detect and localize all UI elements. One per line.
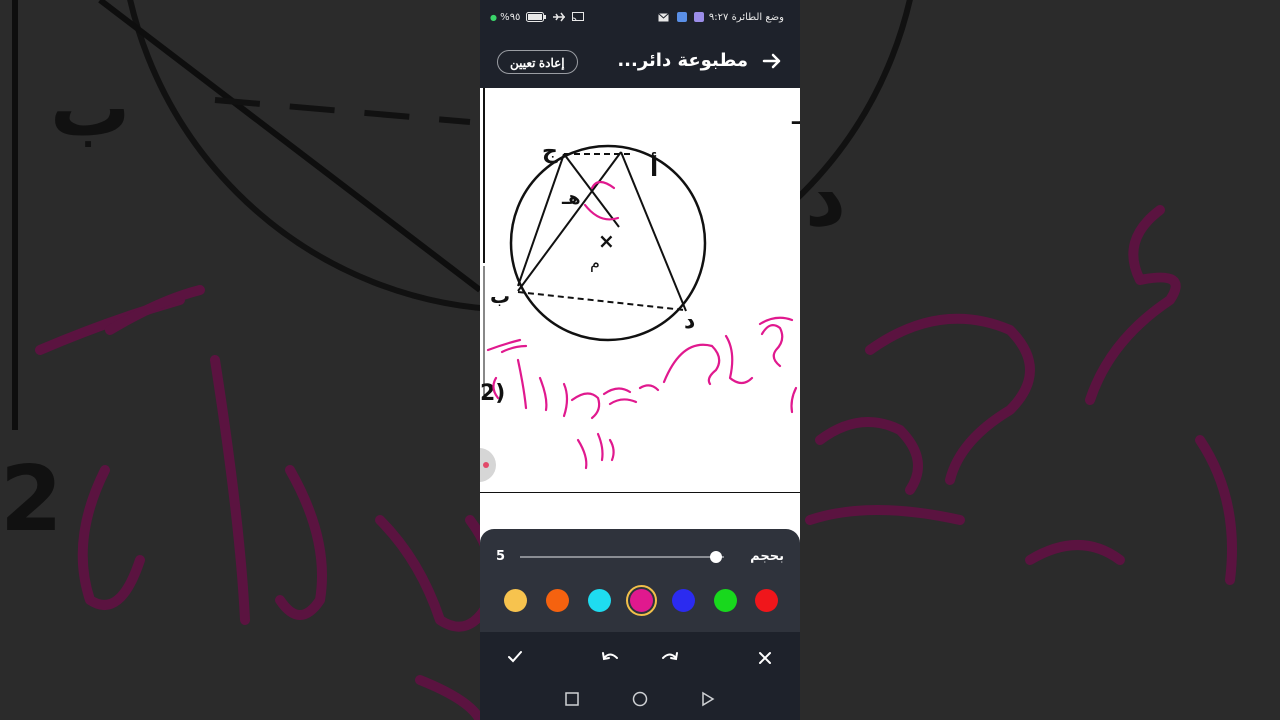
page-title: مطبوعة دائر... bbox=[617, 50, 748, 71]
nav-recent-button[interactable] bbox=[557, 691, 587, 710]
point-e-label: هـ bbox=[561, 188, 581, 209]
status-bar: وضع الطائرة ٩:٢٧ ● %٩٥ bbox=[480, 0, 800, 38]
brush-size-value: 5 bbox=[496, 549, 506, 564]
phone-screen: وضع الطائرة ٩:٢٧ ● %٩٥ مطبوعة دائر... إع… bbox=[480, 0, 800, 720]
drawing-canvas[interactable]: × ب هـ = ج هـ × د هـ أ ج هـ × م ب د 2) bbox=[480, 88, 800, 493]
dashed-bd bbox=[517, 291, 685, 311]
nav-back-button[interactable] bbox=[693, 691, 723, 711]
reset-button[interactable]: إعادة تعيين bbox=[497, 50, 578, 74]
clock: ٩:٢٧ bbox=[708, 12, 729, 23]
confirm-button[interactable] bbox=[500, 646, 530, 670]
title-bar: مطبوعة دائر... إعادة تعيين bbox=[480, 38, 800, 88]
color-swatch-green[interactable] bbox=[714, 589, 737, 612]
point-a-label: أ bbox=[650, 152, 658, 182]
back-button[interactable] bbox=[762, 51, 782, 76]
point-c-label: ج bbox=[542, 139, 558, 164]
triangle-icon bbox=[702, 691, 715, 707]
redo-icon bbox=[662, 652, 678, 661]
redo-button[interactable] bbox=[655, 646, 685, 670]
battery-icon bbox=[525, 12, 546, 22]
square-icon bbox=[565, 692, 579, 706]
color-swatch-yellow[interactable] bbox=[504, 589, 527, 612]
circle-icon bbox=[632, 691, 648, 707]
brush-size-slider[interactable] bbox=[520, 556, 724, 558]
point-b-label: ب bbox=[490, 284, 510, 308]
svg-text:د: د bbox=[805, 151, 846, 244]
cast-icon bbox=[572, 12, 584, 22]
brush-size-label: بحجم bbox=[750, 549, 784, 564]
dot-icon: ● bbox=[490, 13, 497, 22]
color-swatch-red[interactable] bbox=[755, 589, 778, 612]
mail-icon bbox=[658, 12, 670, 21]
app-notification-icon bbox=[676, 12, 687, 22]
app-notification-icon bbox=[693, 12, 704, 22]
airplane-mode-text: وضع الطائرة bbox=[731, 12, 784, 23]
color-swatch-cyan[interactable] bbox=[588, 589, 611, 612]
handwriting-ink bbox=[486, 180, 798, 470]
undo-button[interactable] bbox=[595, 646, 625, 670]
canvas-drawing: × ب هـ = ج هـ × د هـ أ ج هـ × م ب د 2) bbox=[480, 88, 800, 470]
action-bar bbox=[480, 632, 800, 720]
status-bar-right: وضع الطائرة ٩:٢٧ bbox=[656, 12, 784, 23]
status-bar-left: ● %٩٥ bbox=[490, 12, 586, 23]
arrow-right-icon bbox=[762, 53, 781, 69]
battery-percent: %٩٥ bbox=[500, 12, 521, 23]
color-swatch-magenta[interactable] bbox=[626, 585, 657, 616]
brush-panel: بحجم 5 bbox=[480, 529, 800, 632]
close-button[interactable] bbox=[750, 646, 780, 670]
center-marker: × bbox=[598, 229, 615, 253]
nav-home-button[interactable] bbox=[625, 691, 655, 711]
check-icon bbox=[508, 651, 522, 663]
brush-size-slider-thumb[interactable] bbox=[709, 551, 722, 563]
point-d-label: د bbox=[684, 309, 695, 334]
svg-text:2: 2 bbox=[0, 447, 63, 552]
svg-text:ب: ب bbox=[50, 61, 130, 154]
airplane-icon bbox=[552, 12, 565, 22]
color-swatch-blue[interactable] bbox=[672, 589, 695, 612]
dot-icon bbox=[483, 462, 489, 468]
close-icon bbox=[759, 652, 771, 664]
chord-ab bbox=[517, 151, 622, 292]
point-m-label: م bbox=[590, 253, 600, 272]
color-swatch-orange[interactable] bbox=[546, 589, 569, 612]
undo-icon bbox=[602, 652, 618, 661]
formula-text: × ب هـ = ج هـ × د هـ bbox=[791, 105, 800, 130]
